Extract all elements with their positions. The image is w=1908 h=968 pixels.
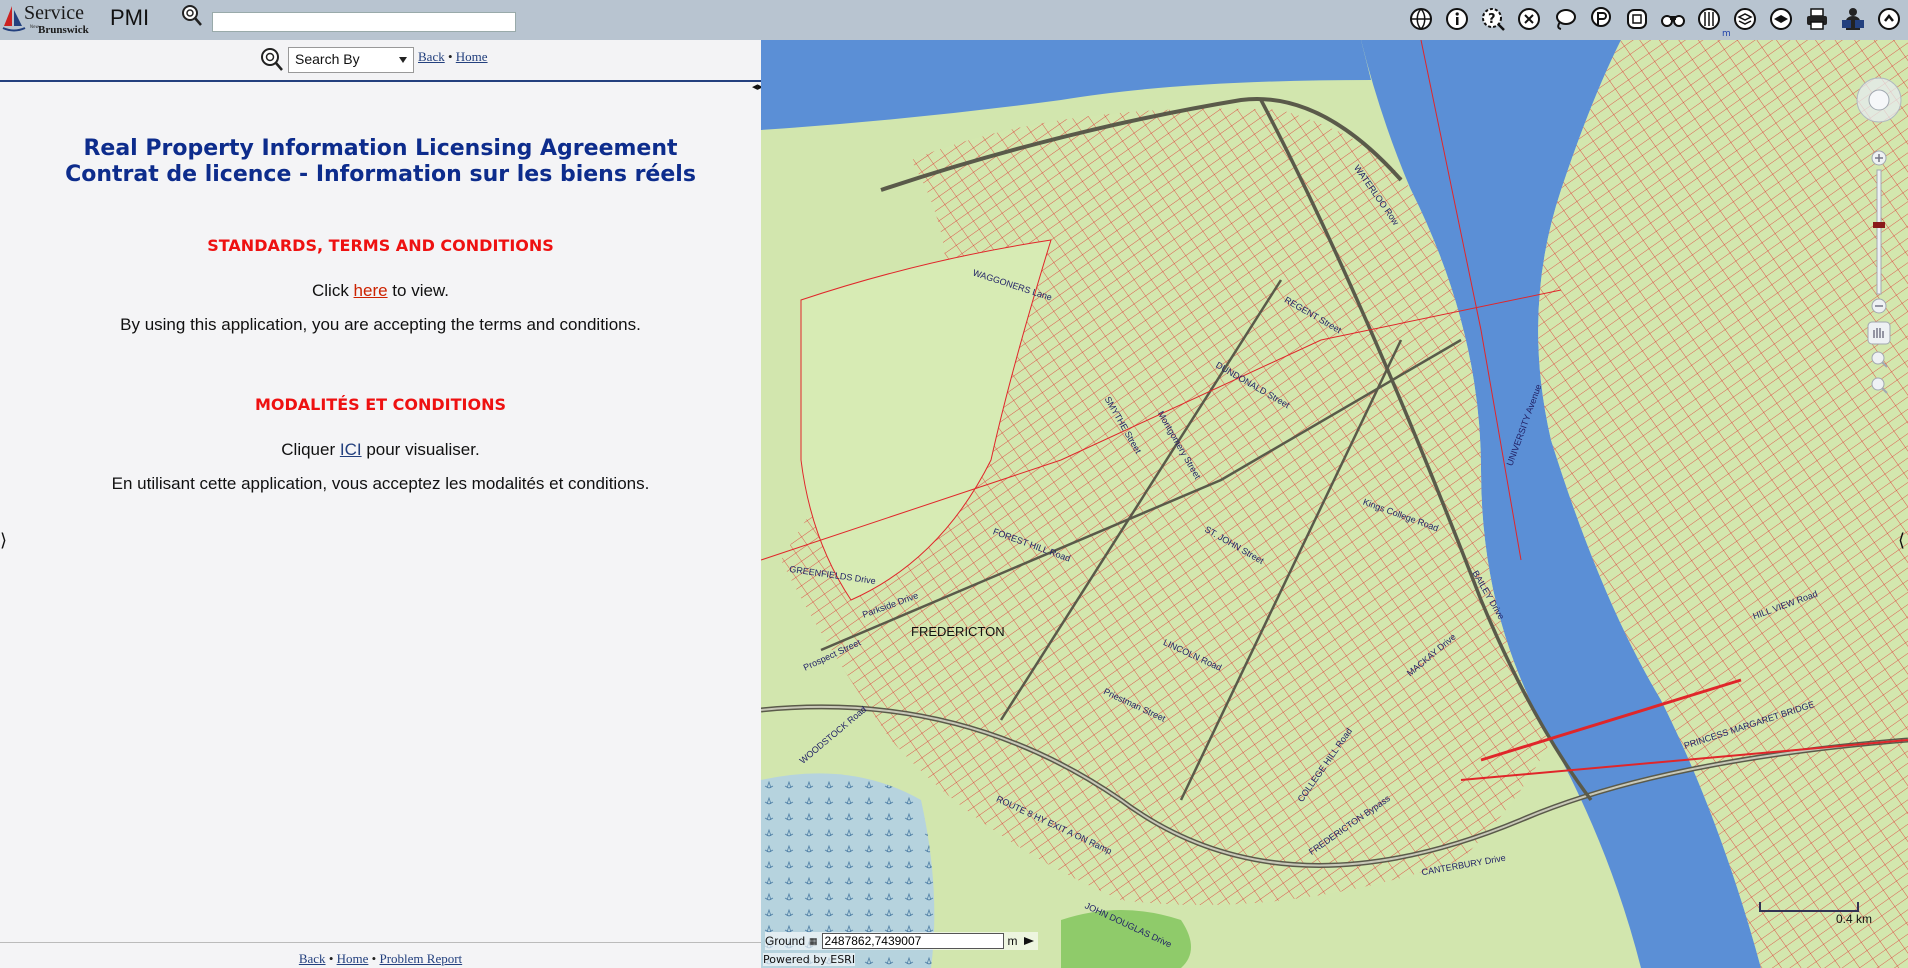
search-by-value: Search By <box>295 51 360 67</box>
search-icon[interactable] <box>258 46 284 72</box>
left-panel-header: Search By Back • Home <box>0 40 761 82</box>
click-to-view-line: Click here to view. <box>0 281 761 301</box>
top-bar: Service New Brunswick PMI ? m <box>0 0 1908 41</box>
go-arrow-icon[interactable] <box>1022 933 1038 949</box>
terms-link-fr[interactable]: ICI <box>340 440 362 459</box>
footer-separator: • <box>328 951 334 966</box>
measure-icon[interactable] <box>1694 4 1724 34</box>
page-title: Real Property Information Licensing Agre… <box>83 136 678 161</box>
scale-bar <box>1759 902 1859 912</box>
clear-icon[interactable] <box>1514 4 1544 34</box>
page-title-fr: Contrat de licence - Information sur les… <box>65 162 696 187</box>
logo-main-text: Service <box>24 2 84 24</box>
scale-label: 0.4 km <box>1836 912 1873 926</box>
zoom-in-icon[interactable] <box>1871 150 1887 166</box>
unit-label: m <box>1007 934 1018 948</box>
coord-system-icon[interactable]: ▦ <box>809 936 818 947</box>
panel-toggle-icon[interactable]: ⟨ <box>1898 530 1905 551</box>
click-pre: Click <box>311 281 354 300</box>
footer-back-link[interactable]: Back <box>299 951 326 966</box>
print-icon[interactable] <box>1802 4 1832 34</box>
zoom-box-in-icon[interactable] <box>1871 351 1888 368</box>
zoom-control <box>1856 54 1902 414</box>
footer-home-link[interactable]: Home <box>337 951 369 966</box>
sailboat-icon <box>2 6 26 32</box>
collapse-icon[interactable] <box>1874 4 1904 34</box>
chevron-down-icon <box>399 57 407 63</box>
powered-by-label: Powered by ESRI <box>763 953 856 966</box>
cliquer-pre: Cliquer <box>281 440 340 459</box>
pin-icon[interactable] <box>1586 4 1616 34</box>
nav-separator: • <box>447 49 453 64</box>
footer-separator: • <box>371 951 377 966</box>
lasso-select-icon[interactable] <box>1550 4 1580 34</box>
terms-link-en[interactable]: here <box>354 281 388 300</box>
basemap-icon[interactable] <box>1766 4 1796 34</box>
problem-report-link[interactable]: Problem Report <box>379 951 462 966</box>
zoom-slider-thumb[interactable] <box>1873 222 1885 228</box>
zoom-box-out-icon[interactable] <box>1871 377 1888 394</box>
city-label: FREDERICTON <box>911 624 1005 639</box>
identify-icon[interactable]: ? <box>1478 4 1508 34</box>
left-footer: Back • Home • Problem Report <box>0 942 761 968</box>
help-icon[interactable] <box>1838 4 1868 34</box>
accept-text-en: By using this application, you are accep… <box>120 315 641 334</box>
app-name: PMI <box>110 5 150 30</box>
zoom-slider-track[interactable] <box>1876 169 1882 295</box>
section-heading-fr: MODALITÉS ET CONDITIONS <box>254 395 507 414</box>
map-toolbar: ? <box>1406 4 1904 34</box>
logo-sub-text: Brunswick <box>38 24 89 36</box>
info-icon[interactable] <box>1442 4 1472 34</box>
panel-toggle-icon[interactable]: ⟩ <box>0 530 7 551</box>
svg-text:?: ? <box>1488 12 1496 27</box>
home-link[interactable]: Home <box>456 49 488 64</box>
left-panel: Search By Back • Home ◂▸ ⟩ Real Property… <box>0 40 763 968</box>
pan-compass-icon[interactable] <box>1856 77 1902 123</box>
scale-unit-marker: m <box>1722 29 1731 39</box>
license-agreement: Real Property Information Licensing Agre… <box>0 100 761 494</box>
coordinates-input[interactable] <box>821 933 1004 949</box>
top-search-input[interactable] <box>212 12 516 32</box>
layers-icon[interactable] <box>1730 4 1760 34</box>
ground-label: Ground <box>765 934 806 948</box>
coordinate-bar: Ground ▦ m <box>765 932 1038 950</box>
search-by-select[interactable]: Search By <box>288 47 414 73</box>
section-heading-en: STANDARDS, TERMS AND CONDITIONS <box>207 236 554 255</box>
search-icon[interactable] <box>180 4 204 28</box>
breadcrumb: Back • Home <box>418 49 488 65</box>
service-new-brunswick-logo[interactable]: Service New Brunswick <box>2 2 94 36</box>
binoculars-icon[interactable] <box>1658 4 1688 34</box>
cliquer-post: pour visualiser. <box>361 440 480 459</box>
zoom-out-icon[interactable] <box>1871 298 1887 314</box>
zoom-extent-icon[interactable] <box>1622 4 1652 34</box>
map-view[interactable]: FREDERICTON GREENFIELDS Drive Parkside D… <box>761 40 1908 968</box>
accept-text-fr: En utilisant cette application, vous acc… <box>111 474 650 493</box>
cliquer-line: Cliquer ICI pour visualiser. <box>0 440 761 460</box>
globe-icon[interactable] <box>1406 4 1436 34</box>
click-post: to view. <box>387 281 449 300</box>
pan-hand-icon[interactable] <box>1867 321 1891 345</box>
back-link[interactable]: Back <box>418 49 445 64</box>
